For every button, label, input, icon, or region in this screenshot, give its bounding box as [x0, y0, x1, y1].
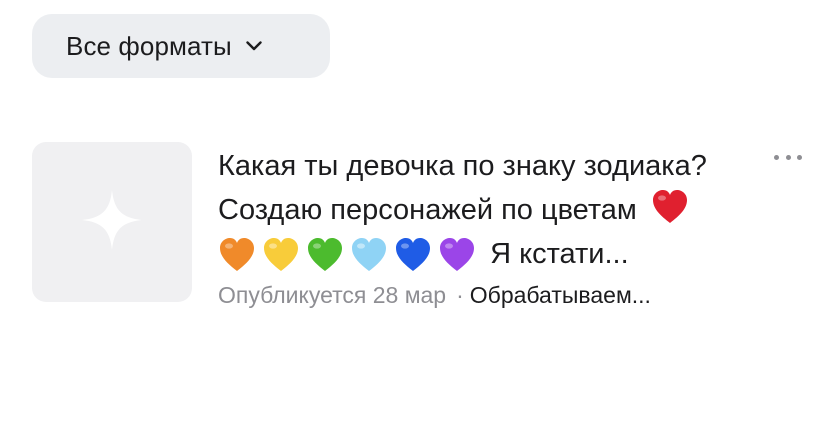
purple-heart-icon	[438, 237, 476, 273]
red-heart-icon	[651, 189, 689, 225]
orange-heart-icon	[218, 237, 256, 273]
sparkle-icon	[80, 188, 144, 257]
caption-line-3-text: Я кстати...	[490, 238, 629, 270]
meta-separator: ·	[456, 282, 464, 308]
caption-line-2-text: Создаю персонажей по цветам	[218, 194, 637, 226]
green-heart-icon	[306, 237, 344, 273]
post-meta: Опубликуется 28 мар · Обрабатываем...	[218, 282, 758, 309]
more-dot	[774, 154, 779, 160]
yellow-heart-icon	[262, 237, 300, 273]
post-thumbnail[interactable]	[32, 142, 192, 302]
chevron-down-icon	[245, 37, 263, 55]
more-horizontal-icon[interactable]	[774, 150, 802, 164]
processing-status: Обрабатываем...	[469, 282, 651, 308]
caption-line-2: Создаю персонажей по цветам	[218, 188, 758, 232]
more-dot	[797, 154, 802, 160]
scheduled-post-item[interactable]: Какая ты девочка по знаку зодиака? Созда…	[32, 142, 802, 312]
formats-filter-label: Все форматы	[66, 30, 232, 61]
blue-heart-icon	[394, 237, 432, 273]
post-text: Какая ты девочка по знаку зодиака? Созда…	[218, 144, 758, 309]
light-blue-heart-icon	[350, 237, 388, 273]
caption-line-1: Какая ты девочка по знаку зодиака?	[218, 150, 707, 182]
heart-emoji-row	[218, 237, 476, 273]
caption-line-3: Я кстати...	[218, 232, 758, 276]
formats-filter-button[interactable]: Все форматы	[32, 14, 330, 78]
publish-time: Опубликуется 28 мар	[218, 282, 447, 308]
more-dot	[785, 154, 791, 160]
